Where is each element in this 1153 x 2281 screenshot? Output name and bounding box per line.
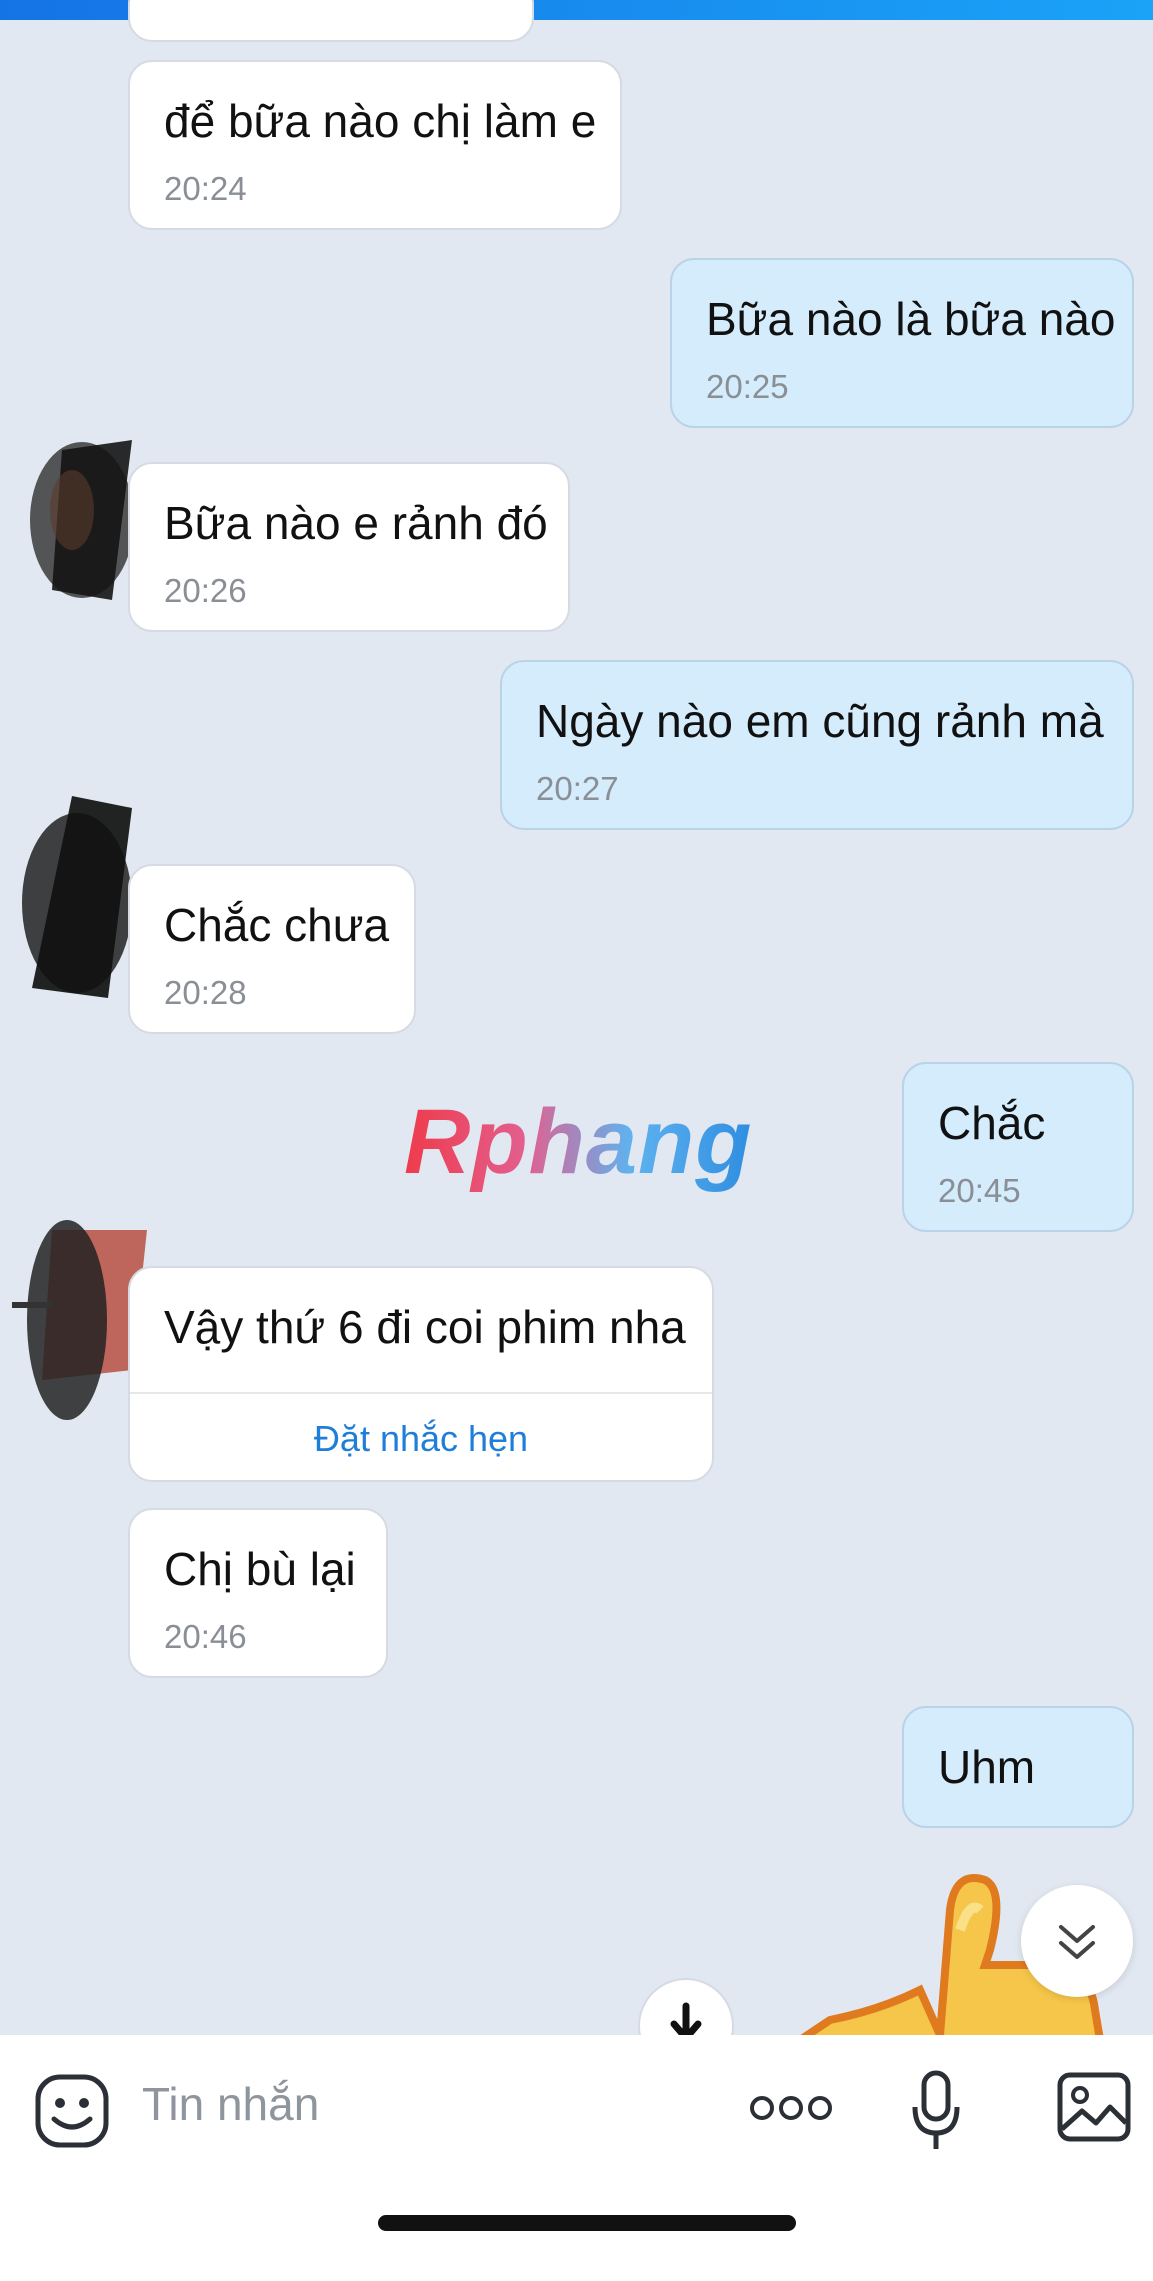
message-bubble-outgoing[interactable]: Bữa nào là bữa nào 20:25 xyxy=(670,258,1134,428)
message-text: Vậy thứ 6 đi coi phim nha xyxy=(164,1301,686,1353)
message-time: 20:26 xyxy=(164,572,247,609)
divider xyxy=(130,1392,712,1394)
message-composer: Tin nhắn xyxy=(0,2035,1153,2281)
message-text: Bữa nào e rảnh đó xyxy=(164,497,548,549)
message-bubble-with-reminder[interactable]: Vậy thứ 6 đi coi phim nha Đặt nhắc hẹn xyxy=(128,1266,714,1482)
message-text: Chắc chưa xyxy=(164,899,390,951)
message-bubble-outgoing[interactable]: Ngày nào em cũng rảnh mà 20:27 xyxy=(500,660,1134,830)
image-icon[interactable] xyxy=(1056,2071,1132,2143)
message-bubble-outgoing[interactable]: Chắc 20:45 xyxy=(902,1062,1134,1232)
message-time: 20:45 xyxy=(938,1172,1021,1209)
message-time: 20:27 xyxy=(536,770,619,807)
watermark-logo: Rphang xyxy=(404,1091,753,1193)
message-time: 20:24 xyxy=(164,170,247,207)
home-indicator xyxy=(378,2215,796,2231)
message-time: 20:28 xyxy=(164,974,247,1011)
set-reminder-link[interactable]: Đặt nhắc hẹn xyxy=(130,1418,712,1460)
message-text: Uhm xyxy=(938,1741,1036,1793)
double-chevron-down-icon xyxy=(1059,1925,1095,1959)
message-bubble-incoming[interactable]: để bữa nào chị làm e 20:24 xyxy=(128,60,622,230)
microphone-icon[interactable] xyxy=(910,2069,962,2155)
message-time: 20:46 xyxy=(164,1618,247,1655)
message-text: Ngày nào em cũng rảnh mà xyxy=(536,695,1104,747)
sticker-icon[interactable] xyxy=(34,2073,110,2149)
message-input[interactable]: Tin nhắn xyxy=(142,2077,319,2131)
more-icon[interactable] xyxy=(748,2093,834,2123)
scroll-to-bottom-button[interactable] xyxy=(1021,1885,1133,1997)
message-bubble-incoming[interactable]: Bữa nào e rảnh đó 20:26 xyxy=(128,462,570,632)
message-text: Chắc xyxy=(938,1097,1046,1149)
message-text: Chị bù lại xyxy=(164,1543,356,1595)
message-text: để bữa nào chị làm e xyxy=(164,95,597,147)
avatar[interactable] xyxy=(22,430,142,610)
message-bubble-incoming[interactable]: Chắc chưa 20:28 xyxy=(128,864,416,1034)
avatar[interactable] xyxy=(12,788,142,1008)
message-bubble-incoming[interactable]: Chị bù lại 20:46 xyxy=(128,1508,388,1678)
message-bubble-incoming[interactable] xyxy=(128,0,534,42)
arrow-down-icon xyxy=(670,2002,702,2044)
message-bubble-outgoing[interactable]: Uhm xyxy=(902,1706,1134,1828)
message-time: 20:25 xyxy=(706,368,789,405)
message-text: Bữa nào là bữa nào xyxy=(706,293,1116,345)
